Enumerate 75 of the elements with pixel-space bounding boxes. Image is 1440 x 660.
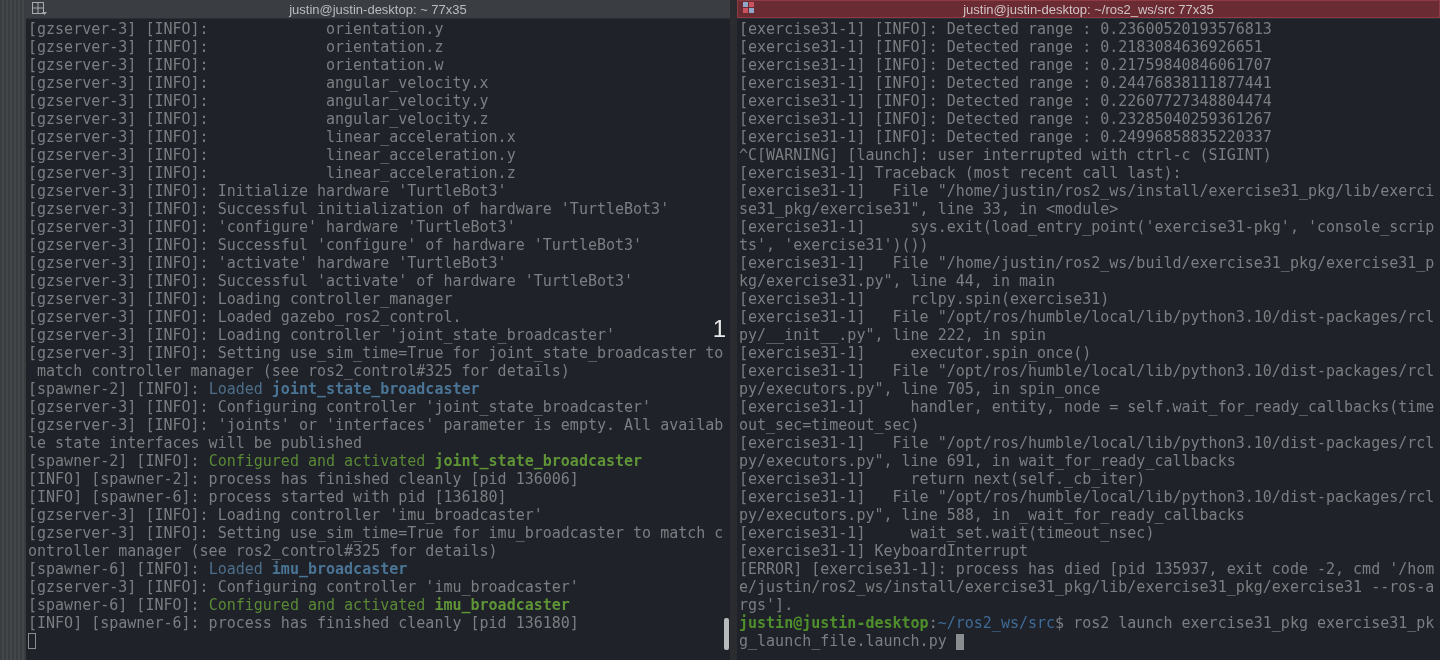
scrollbar-thumb[interactable] bbox=[724, 618, 729, 650]
terminal-line: [spawner-6] [INFO]: Configured and activated imu_broadcaster bbox=[28, 596, 570, 614]
terminal-line: py/executors.py", line 588, in _wait_for_ready_callbacks bbox=[739, 506, 1245, 524]
window-title: justin@justin-desktop: ~ 77x35 bbox=[289, 1, 467, 17]
terminal-line: [exercise31-1] [INFO]: Detected range : 0.23600520193576813 bbox=[739, 20, 1272, 38]
terminal-line: [gzserver-3] [INFO]: linear_acceleration.y bbox=[28, 146, 516, 164]
terminal-line: [spawner-2] [INFO]: Loaded joint_state_broadcaster bbox=[28, 380, 480, 398]
terminal-line: [gzserver-3] [INFO]: 'configure' hardware 'TurtleBot3' bbox=[28, 218, 516, 236]
terminal-line: [INFO] [spawner-6]: process started with pid [136180] bbox=[28, 488, 507, 506]
terminal-line: [spawner-2] [INFO]: Configured and activated joint_state_broadcaster bbox=[28, 452, 643, 470]
terminal-line: [gzserver-3] [INFO]: Loading controller 'imu_broadcaster' bbox=[28, 506, 543, 524]
terminal-line: [gzserver-3] [INFO]: Successful 'activate' of hardware 'TurtleBot3' bbox=[28, 272, 634, 290]
terminal-line: py/__init__.py", line 222, in spin bbox=[739, 326, 1047, 344]
terminal-line: [INFO] [spawner-6]: process has finished cleanly [pid 136180] bbox=[28, 614, 579, 632]
terminal-line: [gzserver-3] [INFO]: orientation.y bbox=[28, 20, 444, 38]
terminal-line: [gzserver-3] [INFO]: orientation.w bbox=[28, 56, 444, 74]
terminal-line: [gzserver-3] [INFO]: Configuring controller 'joint_state_broadcaster' bbox=[28, 398, 652, 416]
terminal-line: rgs']. bbox=[739, 596, 794, 614]
window-title: justin@justin-desktop: ~/ros2_ws/src 77x35 bbox=[963, 1, 1214, 17]
terminal-line: [exercise31-1] rclpy.spin(exercise31) bbox=[739, 290, 1110, 308]
terminal-line: [exercise31-1] [INFO]: Detected range : 0.24476838111877441 bbox=[739, 74, 1272, 92]
terminal-line: [exercise31-1] [INFO]: Detected range : 0.22607727348804474 bbox=[739, 92, 1272, 110]
terminal-line: py/executors.py", line 691, in wait_for_ready_callbacks bbox=[739, 452, 1236, 470]
terminal-line: kg/exercise31.py", line 44, in main bbox=[739, 272, 1056, 290]
terminal-line: [gzserver-3] [INFO]: Configuring controller 'imu_broadcaster' bbox=[28, 578, 579, 596]
terminal-line: [exercise31-1] File "/opt/ros/humble/local/lib/python3.10/dist-packages/rcl bbox=[739, 308, 1435, 326]
terminal-line: [exercise31-1] [INFO]: Detected range : 0.2183084636926651 bbox=[739, 38, 1263, 56]
terminal-line: [gzserver-3] [INFO]: Initialize hardware 'TurtleBot3' bbox=[28, 182, 507, 200]
terminal-line: [exercise31-1] File "/opt/ros/humble/local/lib/python3.10/dist-packages/rcl bbox=[739, 488, 1435, 506]
terminal-line: g_launch_file.launch.py bbox=[739, 632, 948, 650]
terminal-line: py/executors.py", line 705, in spin_once bbox=[739, 380, 1101, 398]
terminal-line: ^C[WARNING] [launch]: user interrupted with ctrl-c (SIGINT) bbox=[739, 146, 1272, 164]
terminal-line: [gzserver-3] [INFO]: Setting use_sim_time=True for imu_broadcaster to match c bbox=[28, 524, 724, 542]
terminal-line: [gzserver-3] [INFO]: 'activate' hardware 'TurtleBot3' bbox=[28, 254, 507, 272]
terminal-line: [exercise31-1] File "/home/justin/ros2_ws/build/exercise31_pkg/exercise31_p bbox=[739, 254, 1435, 272]
terminal-line: [gzserver-3] [INFO]: Loading controller 'joint_state_broadcaster' bbox=[28, 326, 615, 344]
terminal-line: [exercise31-1] File "/opt/ros/humble/local/lib/python3.10/dist-packages/rcl bbox=[739, 362, 1435, 380]
terminal-line: [exercise31-1] [INFO]: Detected range : 0.21759840846061707 bbox=[739, 56, 1272, 74]
terminal-line: [gzserver-3] [INFO]: Successful 'configure' of hardware 'TurtleBot3' bbox=[28, 236, 643, 254]
terminal-line: justin@justin-desktop:~/ros2_ws/src$ ros2 launch exercise31_pkg exercise31_pk bbox=[739, 614, 1435, 632]
terminal-line: [gzserver-3] [INFO]: linear_acceleration.x bbox=[28, 128, 516, 146]
terminal-line: [exercise31-1] wait_set.wait(timeout_nsec) bbox=[739, 524, 1155, 542]
terminal-line: [INFO] [spawner-2]: process has finished cleanly [pid 136006] bbox=[28, 470, 579, 488]
terminal-line: le state interfaces will be published bbox=[28, 434, 363, 452]
terminal-line: [exercise31-1] return next(self._cb_iter) bbox=[739, 470, 1146, 488]
terminal-line: [gzserver-3] [INFO]: Successful initialization of hardware 'TurtleBot3' bbox=[28, 200, 670, 218]
terminal-line: [exercise31-1] executor.spin_once() bbox=[739, 344, 1092, 362]
terminal-line: [spawner-6] [INFO]: Loaded imu_broadcaster bbox=[28, 560, 408, 578]
terminal-line: match controller manager (see ros2_control#325 for details) bbox=[36, 362, 570, 380]
terminal-line: e/justin/ros2_ws/install/exercise31_pkg/lib/exercise31_pkg/exercise31 --ros-a bbox=[739, 578, 1435, 596]
terminal-line: [exercise31-1] [INFO]: Detected range : 0.24996858835220337 bbox=[739, 128, 1272, 146]
terminal-line: se31_pkg/exercise31", line 33, in <module> bbox=[739, 200, 1119, 218]
terminal-line: ontroller manager (see ros2_control#325 for details) bbox=[28, 542, 498, 560]
terminal-line: [ERROR] [exercise31-1]: process has died [pid 135937, exit code -2, cmd '/hom bbox=[739, 560, 1435, 578]
terminal-line: [exercise31-1] [INFO]: Detected range : 0.23285040259361267 bbox=[739, 110, 1272, 128]
terminal-line: [exercise31-1] KeyboardInterrupt bbox=[739, 542, 1028, 560]
terminal-line: [gzserver-3] [INFO]: orientation.z bbox=[28, 38, 444, 56]
terminal-line: [gzserver-3] [INFO]: angular_velocity.x bbox=[28, 74, 489, 92]
terminal-line: out_sec=timeout_sec) bbox=[739, 416, 920, 434]
terminal-line: [exercise31-1] Traceback (most recent call last): bbox=[739, 164, 1182, 182]
terminal-line: [gzserver-3] [INFO]: angular_velocity.y bbox=[28, 92, 489, 110]
terminal-line: ts', 'exercise31')()) bbox=[739, 236, 929, 254]
terminal-line: [exercise31-1] sys.exit(load_entry_point('exercise31-pkg', 'console_scrip bbox=[739, 218, 1435, 236]
terminal-line: [exercise31-1] handler, entity, node = self.wait_for_ready_callbacks(time bbox=[739, 398, 1435, 416]
terminal-line: [gzserver-3] [INFO]: Loaded gazebo_ros2_control. bbox=[28, 308, 462, 326]
terminal-icon[interactable] bbox=[743, 2, 755, 14]
grid-menu-icon[interactable] bbox=[32, 2, 48, 16]
terminal-line: [gzserver-3] [INFO]: Setting use_sim_time=True for joint_state_broadcaster to bbox=[28, 344, 724, 362]
terminal-line: [exercise31-1] File "/home/justin/ros2_ws/install/exercise31_pkg/lib/exerci bbox=[739, 182, 1435, 200]
terminal-line: [gzserver-3] [INFO]: 'joints' or 'interfaces' parameter is empty. All availab bbox=[28, 416, 724, 434]
terminal-line: [gzserver-3] [INFO]: angular_velocity.z bbox=[28, 110, 489, 128]
terminal-line: [gzserver-3] [INFO]: linear_acceleration.z bbox=[28, 164, 516, 182]
terminal-line: [exercise31-1] File "/opt/ros/humble/local/lib/python3.10/dist-packages/rcl bbox=[739, 434, 1435, 452]
overlay-number: 1 bbox=[712, 315, 726, 343]
terminal-line: [gzserver-3] [INFO]: Loading controller_manager bbox=[28, 290, 453, 308]
